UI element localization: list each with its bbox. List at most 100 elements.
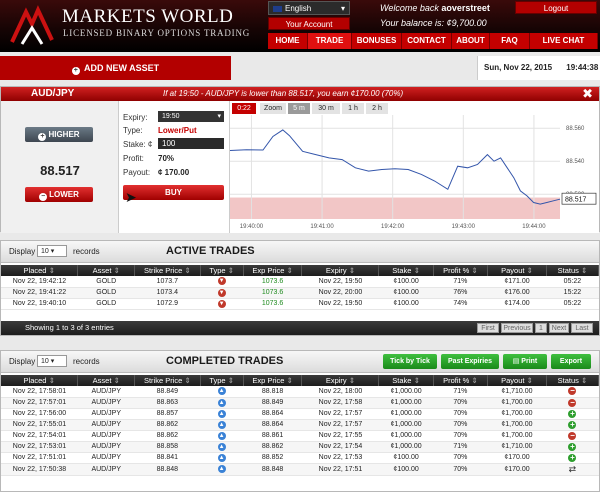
table-row[interactable]: Nov 22, 17:51:01 AUD/JPY 88.841 ▲ 88.852 Nov … [1, 452, 599, 464]
active-trades-footer: Showing 1 to 3 of 3 entries First Previo… [1, 321, 599, 335]
win-icon: + [568, 408, 577, 418]
pager-page-1[interactable]: 1 [535, 323, 547, 333]
higher-button[interactable]: + HIGHER [25, 127, 93, 142]
table-row[interactable]: Nov 22, 19:42:12 GOLD 1073.7 ▼ 1073.6 Nov 22,… [1, 276, 599, 288]
table-row[interactable]: Nov 22, 17:55:01 AUD/JPY 88.862 ▲ 88.864 Nov … [1, 419, 599, 431]
column-header[interactable]: Strike Price ⇕ [134, 375, 201, 386]
table-row[interactable]: Nov 22, 17:54:01 AUD/JPY 88.862 ▲ 88.861 Nov … [1, 430, 599, 442]
table-cell: 05:22 [546, 276, 599, 288]
table-cell: 1073.6 [243, 276, 302, 288]
table-cell: 88.858 [134, 441, 201, 453]
table-row[interactable]: Nov 22, 17:56:00 AUD/JPY 88.857 ▲ 88.864 Nov … [1, 408, 599, 420]
table-row[interactable]: Nov 22, 19:40:10 GOLD 1072.9 ▼ 1073.6 Nov 22,… [1, 298, 599, 310]
pager-next[interactable]: Next [549, 323, 569, 333]
display-count-select[interactable]: 10 ▾ [37, 355, 67, 367]
table-cell: Nov 22, 17:54:01 [1, 430, 78, 442]
table-cell: 70% [433, 419, 488, 431]
table-cell: Nov 22, 17:57 [301, 408, 379, 420]
column-header[interactable]: Profit % ⇕ [433, 265, 489, 276]
column-header[interactable]: Asset ⇕ [77, 375, 136, 386]
nav-live-chat[interactable]: LIVE CHAT [530, 33, 598, 49]
column-header[interactable]: Stake ⇕ [378, 375, 434, 386]
line-chart: 19:40:00 19:41:00 19:42:00 19:43:00 19:44:00… [230, 115, 597, 230]
language-select[interactable]: English ▾ [268, 1, 350, 15]
column-header[interactable]: Exp Price ⇕ [243, 375, 303, 386]
print-button[interactable]: ▤ Print [503, 354, 547, 369]
table-cell: Nov 22, 17:58 [301, 397, 379, 409]
type-cell: ▲ [200, 452, 244, 464]
sort-icon: ⇕ [227, 266, 234, 275]
column-header[interactable]: Stake ⇕ [378, 265, 434, 276]
table-row[interactable]: Nov 22, 17:58:01 AUD/JPY 88.849 ▲ 88.818 Nov … [1, 386, 599, 398]
lower-button[interactable]: − LOWER [25, 187, 93, 202]
table-row[interactable]: Nov 22, 17:53:01 AUD/JPY 88.858 ▲ 88.862 Nov … [1, 441, 599, 453]
past-expiries-button[interactable]: Past Expiries [441, 354, 499, 369]
brand-tagline: LICENSED BINARY OPTIONS TRADING [63, 28, 251, 38]
chevron-down-icon: ▾ [50, 248, 55, 255]
nav-about[interactable]: ABOUT [452, 33, 490, 49]
column-header[interactable]: Placed ⇕ [1, 265, 79, 276]
close-icon[interactable]: ✖ [582, 86, 593, 102]
column-header[interactable]: Type ⇕ [200, 265, 244, 276]
arrow-up-icon: ▲ [217, 431, 226, 440]
table-cell: 88.862 [134, 430, 201, 442]
table-cell: 15:22 [546, 287, 599, 299]
table-row[interactable]: Nov 22, 17:50:38 AUD/JPY 88.848 ▲ 88.848 Nov … [1, 463, 599, 476]
arrow-down-icon: ▼ [217, 277, 226, 286]
export-button[interactable]: Export [551, 354, 591, 369]
pager-last[interactable]: Last [571, 323, 593, 333]
column-header[interactable]: Placed ⇕ [1, 375, 79, 386]
nav-faq[interactable]: FAQ [490, 33, 530, 49]
nav-contact[interactable]: CONTACT [402, 33, 452, 49]
chevron-down-icon: ▾ [340, 4, 345, 13]
records-label: records [73, 247, 100, 256]
column-header[interactable]: Asset ⇕ [77, 265, 136, 276]
nav-home[interactable]: HOME [268, 33, 308, 49]
table-row[interactable]: Nov 22, 19:41:22 GOLD 1073.4 ▼ 1073.6 Nov 22,… [1, 287, 599, 299]
column-header[interactable]: Expiry ⇕ [301, 375, 380, 386]
table-row[interactable]: Nov 22, 17:57:01 AUD/JPY 88.863 ▲ 88.849 Nov … [1, 397, 599, 409]
display-count-select[interactable]: 10 ▾ [37, 245, 67, 257]
column-header[interactable]: Status ⇕ [546, 265, 600, 276]
column-header[interactable]: Expiry ⇕ [301, 265, 380, 276]
sort-icon: ⇕ [413, 376, 420, 385]
nav-trade[interactable]: TRADE [308, 33, 352, 49]
table-cell: 88.862 [134, 419, 201, 431]
clock-date: Sun, Nov 22, 2015 [484, 63, 553, 72]
table-cell: Nov 22, 17:54 [301, 441, 379, 453]
zoom-1h[interactable]: 1 h [342, 103, 364, 114]
table-cell: ¢100.00 [378, 298, 434, 310]
sort-icon: ⇕ [184, 376, 191, 385]
table-cell: AUD/JPY [77, 419, 135, 431]
column-header[interactable]: Profit % ⇕ [433, 375, 489, 386]
table-cell: 88.852 [243, 452, 302, 464]
pager-previous[interactable]: Previous [501, 323, 533, 333]
zoom-5m[interactable]: 5 m [288, 103, 310, 114]
add-new-asset-button[interactable]: + ADD NEW ASSET [0, 56, 231, 80]
zoom-30m[interactable]: 30 m [312, 103, 340, 114]
column-header[interactable]: Strike Price ⇕ [134, 265, 201, 276]
table-cell: Nov 22, 19:50 [301, 276, 379, 288]
type-value: Lower/Put [158, 126, 197, 135]
stake-input[interactable]: 100 [158, 138, 224, 149]
zoom-2h[interactable]: 2 h [366, 103, 388, 114]
buy-button[interactable]: BUY [123, 185, 224, 200]
your-account-button[interactable]: Your Account [268, 17, 350, 30]
column-header[interactable]: Status ⇕ [546, 375, 600, 386]
expiry-select[interactable]: 19:50 ▾ [158, 111, 224, 122]
logout-button[interactable]: Logout [515, 1, 597, 14]
sort-icon: ⇕ [580, 376, 588, 385]
table-cell: Nov 22, 19:50 [301, 298, 379, 310]
table-cell: ¢1,710.00 [487, 386, 547, 398]
tick-by-tick-button[interactable]: Tick by Tick [383, 354, 437, 369]
active-trades-table: Placed ⇕ Asset ⇕ Strike Price ⇕ Type ⇕ Exp P… [1, 265, 600, 310]
nav-bonuses[interactable]: BONUSES [352, 33, 402, 49]
column-header[interactable]: Payout ⇕ [487, 375, 547, 386]
table-cell: ¢1,000.00 [378, 441, 434, 453]
column-header[interactable]: Type ⇕ [200, 375, 244, 386]
column-header[interactable]: Payout ⇕ [487, 265, 547, 276]
type-cell: ▼ [200, 298, 244, 310]
table-cell: ¢1,700.00 [487, 408, 547, 420]
column-header[interactable]: Exp Price ⇕ [243, 265, 303, 276]
pager-first[interactable]: First [477, 323, 499, 333]
